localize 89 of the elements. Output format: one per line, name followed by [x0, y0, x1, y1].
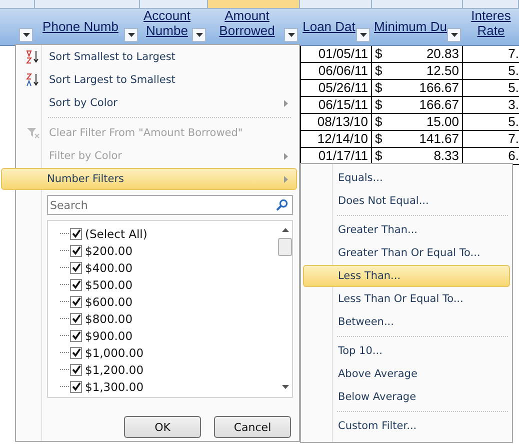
menu-item[interactable]: Less Than Or Equal To...	[303, 288, 510, 310]
scroll-thumb[interactable]	[278, 238, 292, 256]
table-cell: 15.00	[390, 114, 463, 130]
header-label: Rate	[477, 23, 505, 38]
submenu-arrow-icon	[284, 152, 288, 160]
search-icon	[276, 199, 288, 211]
search-field[interactable]: Search	[47, 195, 293, 215]
table-cell: 166.67	[390, 97, 463, 113]
table-cell-text: 7.	[507, 46, 519, 62]
checkbox[interactable]	[70, 330, 82, 342]
menu-item[interactable]: Does Not Equal...	[303, 190, 510, 212]
header-label: Loan Dat	[302, 19, 356, 34]
table-cell-text: 5.	[507, 114, 519, 130]
menu-item[interactable]: Above Average	[303, 363, 510, 385]
table-cell: 141.67	[390, 131, 463, 147]
menu-item[interactable]: Number Filters	[1, 168, 297, 190]
table-cell-text: 7.	[507, 131, 519, 147]
checkbox[interactable]	[70, 380, 82, 392]
value-label: $900.00	[85, 328, 133, 342]
scroll-down-icon[interactable]	[282, 385, 288, 389]
dropdown-arrow-icon	[360, 33, 366, 37]
checkbox[interactable]	[70, 228, 82, 240]
sort-ascending-icon	[26, 50, 40, 64]
dropdown-arrow-icon	[288, 33, 294, 37]
menu-item[interactable]: Sort Smallest to Largest	[18, 46, 297, 68]
table-cell-text: $	[374, 63, 384, 79]
menu-item[interactable]: Between...	[303, 311, 510, 333]
header-label: Borrowed	[219, 23, 275, 38]
menu-item[interactable]: Greater Than Or Equal To...	[303, 242, 510, 264]
dropdown-arrow-icon	[196, 33, 202, 37]
header-label: Minimum Du	[374, 19, 447, 34]
value-label: $1,000.00	[85, 346, 144, 360]
value-label: $1,200.00	[85, 362, 144, 376]
header-label: Amount	[224, 8, 270, 23]
menu-item[interactable]: Sort Largest to Smallest	[18, 69, 297, 91]
table-cell: 20.83	[390, 46, 463, 62]
checkbox[interactable]	[70, 244, 82, 256]
submenu-arrow-icon	[284, 100, 288, 106]
filter-dropdown-button[interactable]	[19, 28, 33, 42]
value-label: $800.00	[85, 312, 133, 326]
table-cell-text: $	[374, 131, 384, 147]
filter-dropdown-button[interactable]	[447, 28, 461, 42]
ok-button[interactable]: OK	[124, 416, 201, 438]
sort-descending-icon	[26, 73, 40, 87]
checkbox[interactable]	[70, 296, 82, 308]
clear-filter-icon	[26, 126, 40, 140]
value-label: $1,300.00	[85, 380, 144, 394]
table-cell-text: 5.	[507, 63, 519, 79]
checkbox[interactable]	[70, 364, 82, 376]
menu-item[interactable]: Greater Than...	[303, 219, 510, 241]
dropdown-arrow-icon	[450, 33, 458, 37]
dropdown-arrow-icon	[128, 33, 134, 37]
table-cell: 166.67	[390, 80, 463, 96]
table-cell-text: 3.	[507, 97, 519, 113]
checkbox[interactable]	[70, 262, 82, 274]
table-cell-text: $	[374, 46, 384, 62]
value-label: $400.00	[85, 260, 133, 274]
menu-item[interactable]: Less Than...	[303, 265, 510, 287]
filter-dropdown-button[interactable]	[356, 28, 370, 42]
value-label: $500.00	[85, 278, 133, 292]
menu-item[interactable]: Equals...	[303, 167, 510, 189]
value-label: $600.00	[85, 294, 133, 308]
filter-dropdown-button[interactable]	[124, 28, 138, 42]
filter-dropdown-button[interactable]	[284, 28, 298, 42]
filter-dropdown-button[interactable]	[192, 28, 206, 42]
checkbox[interactable]	[70, 346, 82, 358]
header-label: Account	[144, 8, 190, 23]
value-label: (Select All)	[85, 226, 148, 240]
table-cell-text: $	[374, 80, 384, 96]
menu-item[interactable]: Custom Filter...	[303, 415, 510, 437]
menu-item[interactable]: Sort by Color	[18, 92, 297, 114]
table-cell-text: $	[374, 97, 384, 113]
table-cell-text: $	[374, 148, 384, 164]
header-label: Numbe	[146, 23, 188, 38]
value-label: $200.00	[85, 244, 133, 258]
table-cell-text: 5.	[507, 80, 519, 96]
table-cell-text: 6.	[507, 148, 519, 164]
menu-item[interactable]: Top 10...	[303, 340, 510, 362]
header-label: Phone Numb	[42, 19, 118, 34]
checkbox[interactable]	[70, 278, 82, 290]
cancel-button[interactable]: Cancel	[214, 416, 291, 438]
menu-item[interactable]: Below Average	[303, 386, 510, 408]
scroll-up-icon[interactable]	[282, 228, 288, 232]
submenu-arrow-icon	[284, 176, 288, 182]
table-cell: 12.50	[390, 63, 463, 79]
table-cell-text: $	[374, 114, 384, 130]
dropdown-arrow-icon	[22, 33, 30, 37]
header-label: Interes	[471, 8, 511, 23]
checkbox[interactable]	[70, 312, 82, 324]
